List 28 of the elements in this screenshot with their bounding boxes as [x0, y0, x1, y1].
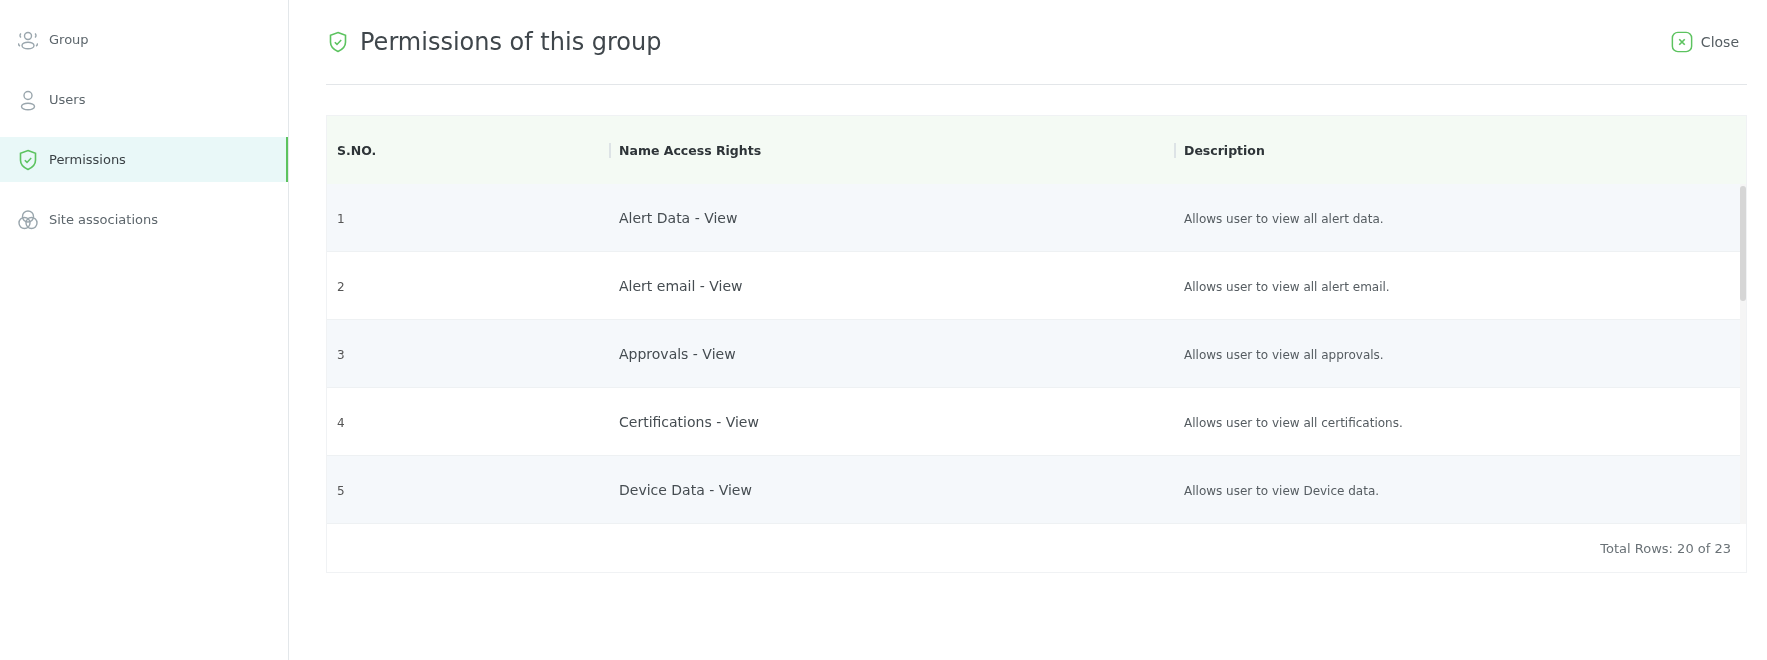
table-cell: Allows user to view Device data. [1184, 484, 1380, 498]
close-icon [1670, 31, 1693, 53]
sidebar-item[interactable]: Group [0, 17, 288, 62]
table-cell: 1 [337, 212, 345, 226]
table-cell: Alert Data - View [619, 210, 738, 226]
table-cell: Allows user to view all approvals. [1184, 348, 1384, 362]
row-count: Total Rows: 20 of 23 [1600, 540, 1731, 556]
column-header: Name Access Rights [619, 142, 762, 158]
table-cell: 3 [337, 348, 345, 362]
table-cell: Certifications - View [619, 414, 759, 430]
table-cell: Alert email - View [619, 278, 743, 294]
column-header: Description [1184, 142, 1265, 158]
table-cell: 5 [337, 484, 345, 498]
sidebar-item[interactable]: Users [0, 77, 288, 122]
table-cell: Device Data - View [619, 482, 752, 498]
close-button[interactable]: Close [1670, 31, 1739, 53]
table-cell: Allows user to view all alert data. [1184, 212, 1384, 226]
overlapping-circles-icon [16, 207, 40, 232]
table-cell: Approvals - View [619, 346, 736, 362]
sidebar-item[interactable]: Permissions [0, 137, 288, 182]
table-cell: 2 [337, 280, 345, 294]
column-header: S.NO. [337, 142, 377, 158]
sidebar-item[interactable]: Site associations [0, 197, 288, 242]
scrollbar[interactable] [1740, 184, 1746, 524]
table-cell: Allows user to view all certifications. [1184, 416, 1403, 430]
page-title: Permissions of this group [360, 28, 663, 56]
table-cell: 4 [337, 416, 345, 430]
table-cell: Allows user to view all alert email. [1184, 280, 1390, 294]
